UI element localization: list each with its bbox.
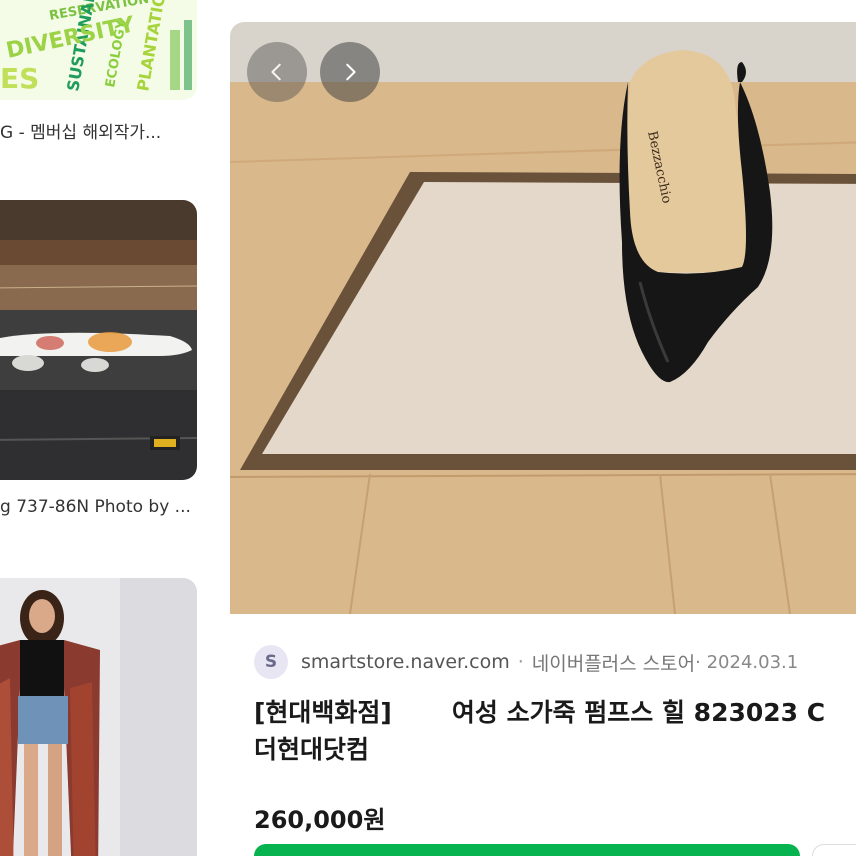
result-caption[interactable]: g 737-86N Photo by ... — [0, 497, 200, 517]
product-title-line2: 더현대닷컴 — [254, 735, 370, 764]
product-title[interactable]: [현대백화점] 여성 소가죽 펌프스 힐 823023 C 더현대닷컴 — [254, 694, 856, 768]
image-search-results: RESERVATION SUSTAINABLE ECOLOGY PLANTATI… — [0, 0, 856, 856]
product-title-brand: [현대백화점] — [254, 698, 392, 727]
site-favicon: S — [254, 645, 288, 679]
visit-store-button[interactable] — [254, 844, 800, 856]
chevron-left-icon — [271, 63, 281, 81]
result-thumbnail-fashion[interactable] — [0, 578, 197, 856]
site-domain[interactable]: smartstore.naver.com — [301, 651, 510, 673]
product-price: 260,000원 — [254, 806, 386, 834]
wordcloud-word: ES — [0, 62, 39, 95]
separator: · — [517, 651, 524, 673]
secondary-action-button[interactable] — [812, 844, 856, 856]
store-name: 네이버플러스 스토어 — [531, 652, 696, 675]
chevron-right-icon — [346, 63, 356, 81]
next-image-button[interactable] — [320, 42, 380, 102]
left-results-column: RESERVATION SUSTAINABLE ECOLOGY PLANTATI… — [0, 0, 215, 856]
previous-image-button[interactable] — [247, 42, 307, 102]
post-date: · 2024.03.1 — [695, 651, 799, 673]
source-row[interactable]: S smartstore.naver.com · 네이버플러스 스토어 · 20… — [254, 644, 798, 680]
preview-image[interactable]: Bezzacchio — [230, 22, 856, 614]
product-title-name: 여성 소가죽 펌프스 힐 823023 C — [451, 698, 826, 727]
result-thumbnail-wordcloud[interactable]: RESERVATION SUSTAINABLE ECOLOGY PLANTATI… — [0, 0, 197, 100]
preview-card: Bezzacchio S smartstore.naver.com · 네이버플… — [230, 22, 856, 856]
result-thumbnail-airplane[interactable] — [0, 200, 197, 480]
result-caption[interactable]: G - 멤버십 해외작가... — [0, 118, 200, 143]
